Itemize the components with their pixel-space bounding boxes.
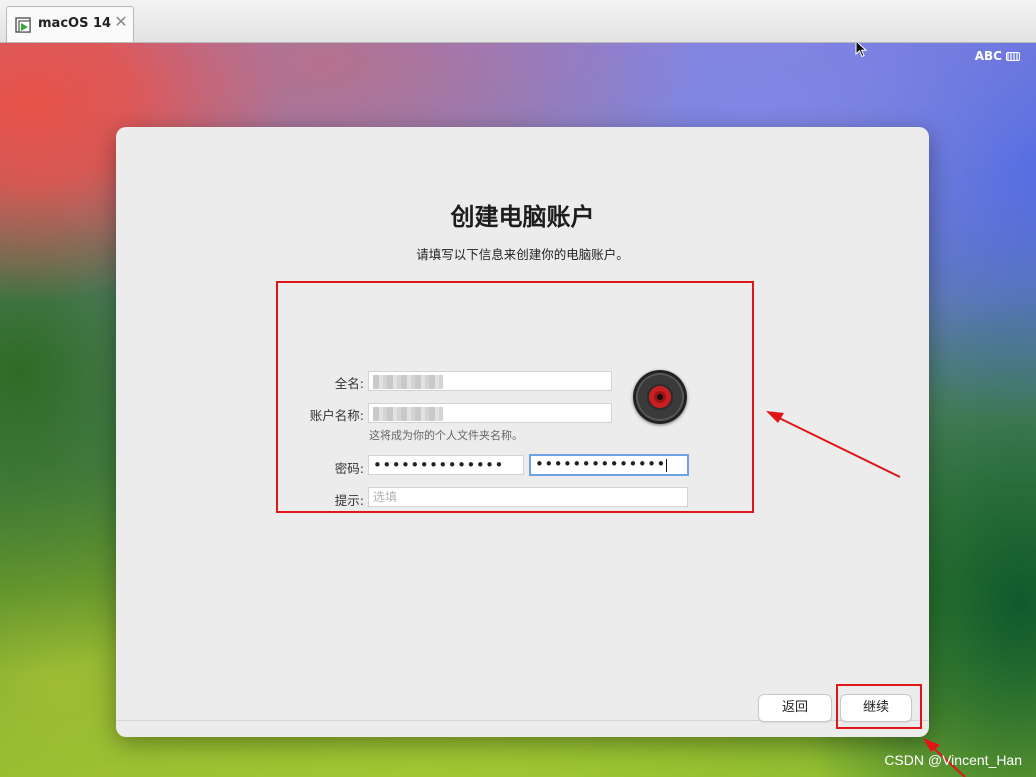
annotation-continue-box xyxy=(836,684,922,729)
vm-tab-bar: macOS 14 ✕ xyxy=(0,0,1036,43)
watermark: CSDN @Vincent_Han xyxy=(884,752,1022,768)
annotation-form-box xyxy=(276,281,754,513)
page-subtitle: 请填写以下信息来创建你的电脑账户。 xyxy=(416,247,629,262)
back-button[interactable]: 返回 xyxy=(758,694,832,722)
input-source-label: ABC xyxy=(974,49,1002,63)
tab-label: macOS 14 xyxy=(38,16,112,31)
input-source-menu[interactable]: ABC xyxy=(975,49,1020,63)
vm-icon xyxy=(15,17,31,33)
tab-macos[interactable]: macOS 14 ✕ xyxy=(6,6,134,42)
close-icon[interactable]: ✕ xyxy=(113,13,129,31)
pointer-cursor-icon xyxy=(855,43,868,58)
page-title: 创建电脑账户 xyxy=(450,203,595,231)
keyboard-icon xyxy=(1006,51,1020,61)
